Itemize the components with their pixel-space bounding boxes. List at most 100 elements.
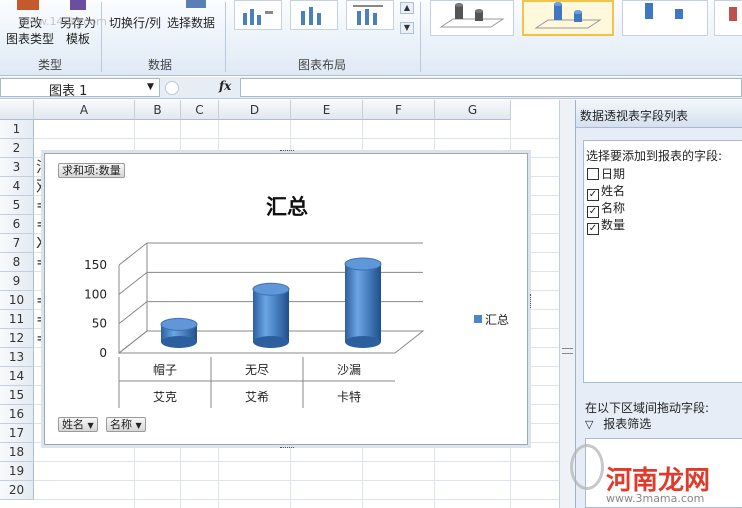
- field-list-prompt: 选择要添加到报表的字段:: [586, 149, 723, 163]
- field-item[interactable]: ✓ 名称: [587, 200, 625, 218]
- field-label: 姓名: [601, 184, 626, 198]
- row-header[interactable]: 14: [0, 367, 34, 386]
- column-header[interactable]: D: [219, 100, 291, 120]
- x-category-label: 沙漏: [337, 363, 361, 377]
- layout-3-icon: [353, 5, 383, 25]
- column-header[interactable]: B: [135, 100, 181, 120]
- logo-face-icon: [570, 444, 604, 490]
- column-header[interactable]: E: [291, 100, 363, 120]
- chart-style-thumb-3[interactable]: [622, 0, 708, 36]
- column-header[interactable]: G: [435, 100, 511, 120]
- formula-splitter[interactable]: [165, 81, 179, 95]
- bar-cylinder: [345, 263, 381, 342]
- column-header[interactable]: C: [181, 100, 219, 120]
- chart-title: 汇总: [266, 194, 308, 219]
- select-all-corner[interactable]: [0, 100, 34, 120]
- chart-style-thumb-1[interactable]: [430, 0, 514, 36]
- row-header[interactable]: 3: [0, 158, 34, 177]
- field-label: 数量: [601, 218, 626, 232]
- x-group-label: 艾希: [245, 389, 269, 404]
- x-category-label: 无尽: [245, 363, 269, 377]
- save-template-icon: [70, 0, 86, 10]
- axis-field-item-button[interactable]: 名称 ▼: [106, 417, 146, 432]
- row-header[interactable]: 1: [0, 120, 34, 139]
- chart-plot: 050100150帽子艾克无尽艾希沙漏卡特汇总汇总: [84, 194, 509, 408]
- y-tick-label: 100: [84, 287, 107, 301]
- y-tick-label: 0: [99, 346, 107, 360]
- row-header[interactable]: 5: [0, 196, 34, 215]
- row-header[interactable]: 7: [0, 234, 34, 253]
- select-data-button[interactable]: 选择数据: [167, 14, 215, 31]
- data-group-label: 数据: [147, 58, 172, 72]
- field-list-box: 选择要添加到报表的字段: 日期 ✓ 姓名 ✓ 名称 ✓ 数量: [583, 140, 742, 383]
- checkbox-checked-icon[interactable]: ✓: [587, 223, 599, 235]
- field-item[interactable]: ✓ 数量: [587, 217, 626, 235]
- layout-thumb-2[interactable]: [290, 0, 338, 30]
- bar-cylinder-top: [160, 317, 198, 331]
- row-header[interactable]: 13: [0, 348, 34, 367]
- axis-field-name-button[interactable]: 姓名 ▼: [58, 417, 98, 432]
- row-header[interactable]: 8: [0, 253, 34, 272]
- layout-scroll-up-button[interactable]: ▲: [400, 2, 414, 14]
- site-logo-url: www.3mama.com: [606, 492, 705, 505]
- x-group-label: 卡特: [337, 389, 361, 404]
- legend-label: 汇总: [485, 313, 509, 327]
- group-separator: [420, 2, 421, 72]
- row-header[interactable]: 17: [0, 424, 34, 443]
- field-item[interactable]: 日期: [587, 166, 625, 182]
- ribbon: 更改 图表类型 另存为 模板 www.148kj.com 类型 切换行/列 选择…: [0, 0, 742, 76]
- x-category-label: 帽子: [153, 362, 177, 377]
- column-header[interactable]: F: [363, 100, 435, 120]
- row-header[interactable]: 6: [0, 215, 34, 234]
- row-header[interactable]: 16: [0, 405, 34, 424]
- row-header[interactable]: 20: [0, 481, 34, 500]
- name-box-dropdown-icon[interactable]: ▼: [147, 82, 154, 92]
- field-item[interactable]: ✓ 姓名: [587, 183, 626, 201]
- group-separator: [101, 2, 102, 72]
- row-header[interactable]: 11: [0, 310, 34, 329]
- row-header[interactable]: 19: [0, 462, 34, 481]
- layout-thumb-1[interactable]: [234, 0, 282, 30]
- switch-row-column-button[interactable]: 切换行/列: [109, 14, 161, 31]
- dropdown-arrow-icon: ▼: [87, 421, 94, 430]
- scroll-splitter[interactable]: [562, 348, 573, 354]
- row-header[interactable]: 15: [0, 386, 34, 405]
- name-box[interactable]: 图表 1 ▼: [0, 78, 160, 99]
- chart-gridline-side: [118, 301, 148, 325]
- report-filter-label: 报表筛选: [603, 417, 652, 431]
- insert-function-icon[interactable]: fx: [219, 79, 231, 93]
- bar-cylinder-base: [345, 336, 381, 348]
- chart-style-thumb-4[interactable]: [714, 0, 742, 36]
- grid-row-line: [34, 480, 559, 481]
- field-label: 日期: [601, 167, 626, 181]
- row-header[interactable]: 10: [0, 291, 34, 310]
- axis-field-item-label: 名称: [110, 418, 132, 431]
- layout-2-icon: [301, 7, 321, 25]
- layout-scroll-down-button[interactable]: ▼: [400, 22, 414, 34]
- formula-input[interactable]: [240, 78, 742, 97]
- bar-cylinder-base: [161, 336, 197, 348]
- legend-swatch: [474, 315, 482, 323]
- filter-icon: ▽: [585, 418, 594, 431]
- bar-cylinder: [253, 289, 289, 342]
- row-header[interactable]: 12: [0, 329, 34, 348]
- ribbon-watermark: www.148kj.com: [20, 15, 107, 28]
- report-filter-area[interactable]: ▽ 报表筛选: [585, 415, 651, 431]
- grid-row-line: [34, 499, 559, 500]
- chart-style-3-icon: [645, 3, 683, 19]
- select-data-icon: [186, 0, 206, 8]
- layout-thumb-3[interactable]: [346, 0, 394, 30]
- row-header[interactable]: 4: [0, 177, 34, 196]
- axis-field-name-label: 姓名: [62, 418, 84, 431]
- chart-style-thumb-2-selected[interactable]: [522, 0, 614, 36]
- y-tick-label: 50: [92, 317, 107, 331]
- checkbox-unchecked-icon[interactable]: [587, 168, 599, 180]
- row-header[interactable]: 2: [0, 139, 34, 158]
- pivot-chart[interactable]: 求和项:数量 0 50 100 150 帽子 艾克 无尽 艾希 沙漏 卡特 汇总 汇总 姓名 ▼ 名称…: [44, 150, 531, 448]
- column-header[interactable]: A: [34, 100, 135, 120]
- bar-cylinder-base: [253, 336, 289, 348]
- y-tick-label: 150: [84, 258, 107, 272]
- row-header[interactable]: 9: [0, 272, 34, 291]
- type-group-label: 类型: [37, 58, 62, 72]
- row-header[interactable]: 18: [0, 443, 34, 462]
